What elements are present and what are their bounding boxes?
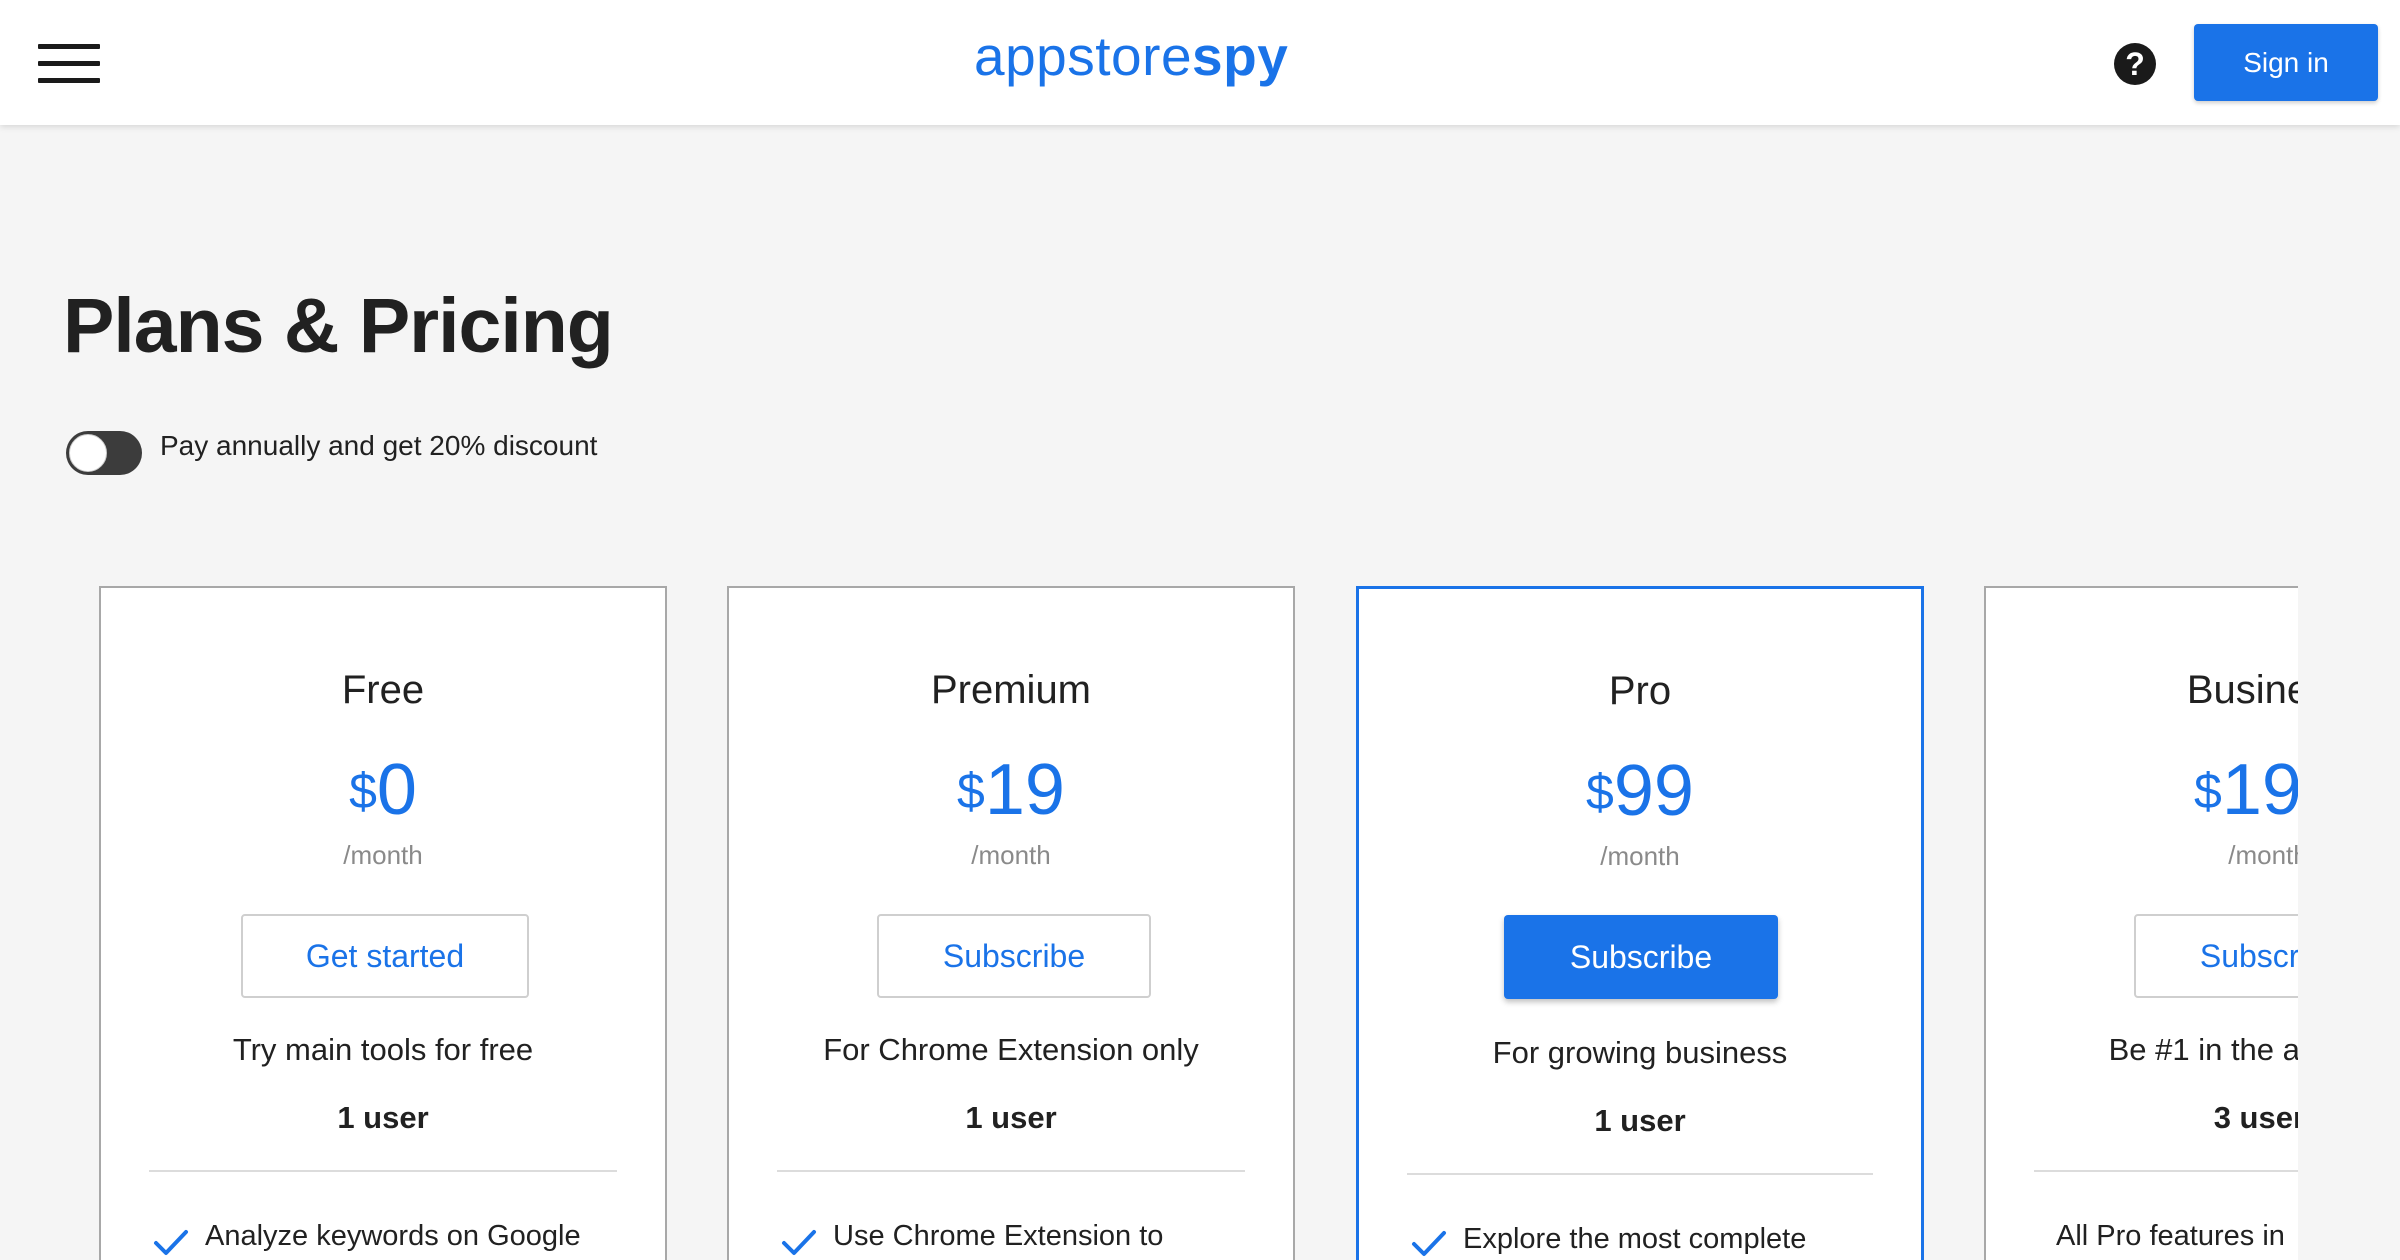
page-title: Plans & Pricing [63,283,614,369]
annual-discount-label: Pay annually and get 20% discount [160,430,598,461]
plan-price: $99 [1359,751,1921,832]
billing-period: /month [343,840,423,870]
currency-symbol: $ [957,763,985,819]
help-icon[interactable]: ? [2114,43,2156,85]
top-app-bar: appstorespy ? Sign in [0,0,2400,125]
price-amount: 99 [1613,751,1694,831]
hamburger-menu-icon[interactable] [38,44,100,84]
check-icon [1411,1229,1447,1257]
card-divider [1407,1173,1873,1175]
price-amount: 0 [376,750,417,830]
annual-billing-toggle[interactable] [66,431,142,475]
billing-period: /month [1600,841,1680,871]
billing-period: /month [2228,840,2298,870]
plan-users: 3 users [2213,1100,2298,1135]
subscribe-premium-button[interactable]: Subscribe [877,914,1151,998]
plan-cards-carousel: Free $0 /month Get started Try main tool… [0,580,2298,1260]
plan-card-premium: Premium $19 /month Subscribe For Chrome … [727,586,1295,1260]
get-started-button[interactable]: Get started [241,914,529,998]
card-divider [149,1170,617,1172]
plan-card-pro: Pro $99 /month Subscribe For growing bus… [1356,586,1924,1260]
plan-description: For growing business [1492,1035,1788,1070]
plan-price: $0 [101,750,665,831]
plan-users: 1 user [1594,1103,1686,1138]
plan-name: Business [2186,668,2298,712]
feature-item: Explore the most complete [1463,1223,1807,1255]
plan-description: Be #1 in the app stores [2108,1032,2298,1067]
plan-name: Premium [930,668,1092,712]
billing-period: /month [971,840,1051,870]
logo-bold-text: spy [1192,25,1289,87]
plan-price: $199 [1986,750,2298,831]
currency-symbol: $ [349,763,377,819]
card-divider [2034,1170,2298,1172]
plan-users: 1 user [337,1100,429,1135]
plan-card-business: Business $199 /month Subscribe Be #1 in … [1984,586,2298,1260]
plan-name: Free [341,668,425,712]
card-divider [777,1170,1245,1172]
currency-symbol: $ [2194,763,2222,819]
plan-name: Pro [1608,669,1672,713]
currency-symbol: $ [1586,764,1614,820]
feature-item: Analyze keywords on Google [205,1220,581,1252]
sign-in-button[interactable]: Sign in [2194,24,2378,101]
check-icon [781,1228,817,1256]
plan-description: For Chrome Extension only [823,1032,1199,1067]
subscribe-business-button[interactable]: Subscribe [2134,914,2298,998]
feature-item: Use Chrome Extension to [833,1220,1164,1252]
logo-regular-text: appstore [974,25,1193,87]
subscribe-pro-button[interactable]: Subscribe [1504,915,1778,999]
feature-item: All Pro features in [2056,1220,2285,1252]
plan-users: 1 user [965,1100,1057,1135]
plan-price: $19 [729,750,1293,831]
toggle-knob [69,434,107,472]
price-amount: 199 [2221,750,2298,830]
plan-description: Try main tools for free [232,1032,534,1067]
plan-card-free: Free $0 /month Get started Try main tool… [99,586,667,1260]
check-icon [153,1228,189,1256]
appstorespy-logo[interactable]: appstorespy [974,24,1288,88]
price-amount: 19 [984,750,1065,830]
